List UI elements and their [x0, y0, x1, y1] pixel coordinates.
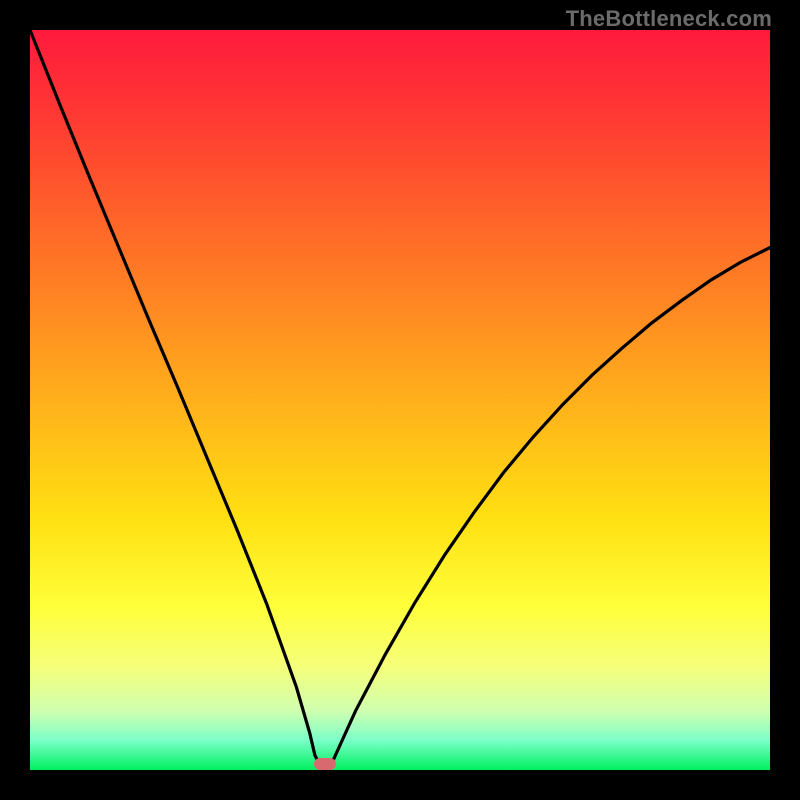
chart-frame: TheBottleneck.com — [0, 0, 800, 800]
plot-area — [30, 30, 770, 770]
watermark-label: TheBottleneck.com — [566, 6, 772, 32]
curve-svg — [30, 30, 770, 770]
bottleneck-marker — [314, 758, 336, 770]
bottleneck-curve — [30, 30, 770, 770]
